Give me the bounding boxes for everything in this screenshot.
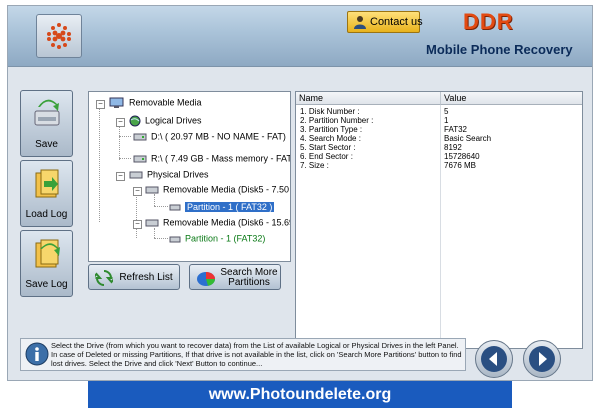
tree-line	[154, 206, 168, 207]
pie-chart-icon	[197, 272, 215, 286]
tree-node-label: Removable Media	[129, 97, 202, 108]
contact-us-label: Contact us	[370, 16, 423, 28]
tree-node-label: Physical Drives	[147, 169, 209, 180]
row-name: 3. Partition Type :	[300, 125, 363, 134]
tree-node-label: Logical Drives	[145, 115, 202, 126]
row-value: Basic Search	[444, 134, 492, 143]
refresh-list-label: Refresh List	[119, 272, 173, 283]
instruction-text: Select the Drive (from which you want to…	[51, 341, 462, 368]
next-button[interactable]	[523, 340, 561, 378]
globe-icon	[129, 115, 141, 127]
row-name: 7. Size :	[300, 161, 329, 170]
row-value: FAT32	[444, 125, 467, 134]
arrow-right-icon	[529, 346, 555, 372]
tree-line	[154, 228, 155, 238]
tree-node-label: Partition - 1 ( FAT32 )	[185, 201, 275, 212]
refresh-list-button[interactable]: Refresh List	[88, 264, 180, 290]
collapse-toggle[interactable]: −	[96, 100, 105, 109]
partitions-label: Partitions	[228, 277, 270, 288]
collapse-toggle[interactable]: −	[133, 220, 142, 229]
product-tagline: Mobile Phone Recovery	[426, 42, 573, 57]
save-log-button[interactable]: Save Log	[20, 230, 73, 297]
column-header-name[interactable]: Name	[296, 92, 441, 105]
tree-node-root[interactable]: Removable Media	[109, 95, 202, 109]
tree-node-label: Removable Media (Disk5 - 7.50 GB)	[163, 184, 290, 195]
column-header-value[interactable]: Value	[441, 92, 582, 105]
drive-icon	[129, 171, 143, 179]
row-name: 2. Partition Number :	[300, 116, 374, 125]
drive-icon	[145, 219, 159, 227]
collapse-toggle[interactable]: −	[116, 118, 125, 127]
table-row: 5. Start Sector : 8192	[296, 143, 582, 152]
table-row: 7. Size : 7676 MB	[296, 161, 582, 170]
row-value: 5	[444, 107, 449, 116]
tree-node-physical-drives[interactable]: Physical Drives	[129, 167, 209, 181]
refresh-icon	[95, 270, 113, 286]
drive-properties-panel: Name Value 1. Disk Number : 5 2. Partitio…	[295, 91, 583, 349]
drive-icon	[133, 155, 147, 163]
row-value: 15728640	[444, 152, 480, 161]
drive-icon	[145, 186, 159, 194]
back-button[interactable]	[475, 340, 513, 378]
table-row: 6. End Sector : 15728640	[296, 152, 582, 161]
person-icon	[354, 16, 366, 29]
load-log-icon	[35, 169, 59, 198]
partition-icon	[169, 236, 181, 243]
tree-line	[136, 190, 137, 238]
row-value: 1	[444, 116, 449, 125]
save-log-icon	[35, 239, 60, 268]
brand-logo-text: DDR	[463, 9, 514, 34]
load-log-button[interactable]: Load Log	[20, 160, 73, 227]
row-name: 1. Disk Number :	[300, 107, 360, 116]
table-row: 4. Search Mode : Basic Search	[296, 134, 582, 143]
tree-node-disk6[interactable]: Removable Media (Disk6 - 15.69 MB)	[145, 215, 290, 229]
tree-node-logical-drives[interactable]: Logical Drives	[129, 113, 202, 127]
app-window: Contact us DDR Mobile Phone Recovery Sav…	[7, 5, 593, 381]
drive-icon	[133, 133, 147, 141]
search-more-partitions-button[interactable]: Search More Partitions	[189, 264, 281, 290]
website-footer: www.Photoundelete.org	[88, 381, 512, 408]
info-bar: Select the Drive (from which you want to…	[20, 338, 466, 371]
tree-node-disk6-partition[interactable]: Partition - 1 (FAT32)	[169, 231, 265, 245]
arrow-left-icon	[481, 346, 507, 372]
computer-icon	[109, 97, 124, 108]
tree-line	[119, 136, 131, 137]
load-log-label: Load Log	[25, 209, 68, 220]
tree-node-drive-r[interactable]: R:\ ( 7.49 GB - Mass memory - FAT3	[133, 151, 291, 165]
table-row: 1. Disk Number : 5	[296, 107, 582, 116]
tree-node-label: D:\ ( 20.97 MB - NO NAME - FAT)	[151, 131, 286, 142]
tree-line	[119, 122, 120, 160]
table-row: 2. Partition Number : 1	[296, 116, 582, 125]
contact-us-button[interactable]: Contact us	[347, 11, 423, 33]
row-value: 7676 MB	[444, 161, 477, 170]
table-row: 3. Partition Type : FAT32	[296, 125, 582, 134]
row-value: 8192	[444, 143, 462, 152]
row-name: 6. End Sector :	[300, 152, 353, 161]
tree-node-disk5-partition[interactable]: Partition - 1 ( FAT32 )	[169, 199, 275, 213]
info-icon	[25, 342, 49, 366]
save-label: Save	[35, 139, 58, 150]
save-icon	[34, 99, 60, 126]
drive-tree-panel[interactable]: − Removable Media − Logical Drives D:\ (…	[88, 91, 291, 262]
tree-node-label: Removable Media (Disk6 - 15.69 MB)	[163, 217, 290, 228]
tree-line	[99, 104, 100, 222]
header-banner: Contact us DDR Mobile Phone Recovery	[8, 6, 592, 67]
app-logo	[36, 14, 82, 58]
tree-node-drive-d[interactable]: D:\ ( 20.97 MB - NO NAME - FAT)	[133, 129, 286, 143]
collapse-toggle[interactable]: −	[116, 172, 125, 181]
tree-node-label: Partition - 1 (FAT32)	[185, 233, 266, 244]
partition-icon	[169, 204, 181, 211]
row-name: 4. Search Mode :	[300, 134, 361, 143]
save-button[interactable]: Save	[20, 90, 73, 157]
tree-line	[119, 158, 131, 159]
tree-node-disk5[interactable]: Removable Media (Disk5 - 7.50 GB)	[145, 182, 290, 196]
logo-icon	[47, 23, 71, 49]
row-name: 5. Start Sector :	[300, 143, 356, 152]
tree-line	[154, 238, 168, 239]
collapse-toggle[interactable]: −	[133, 187, 142, 196]
save-log-label: Save Log	[25, 279, 68, 290]
tree-node-label: R:\ ( 7.49 GB - Mass memory - FAT3	[151, 153, 291, 164]
